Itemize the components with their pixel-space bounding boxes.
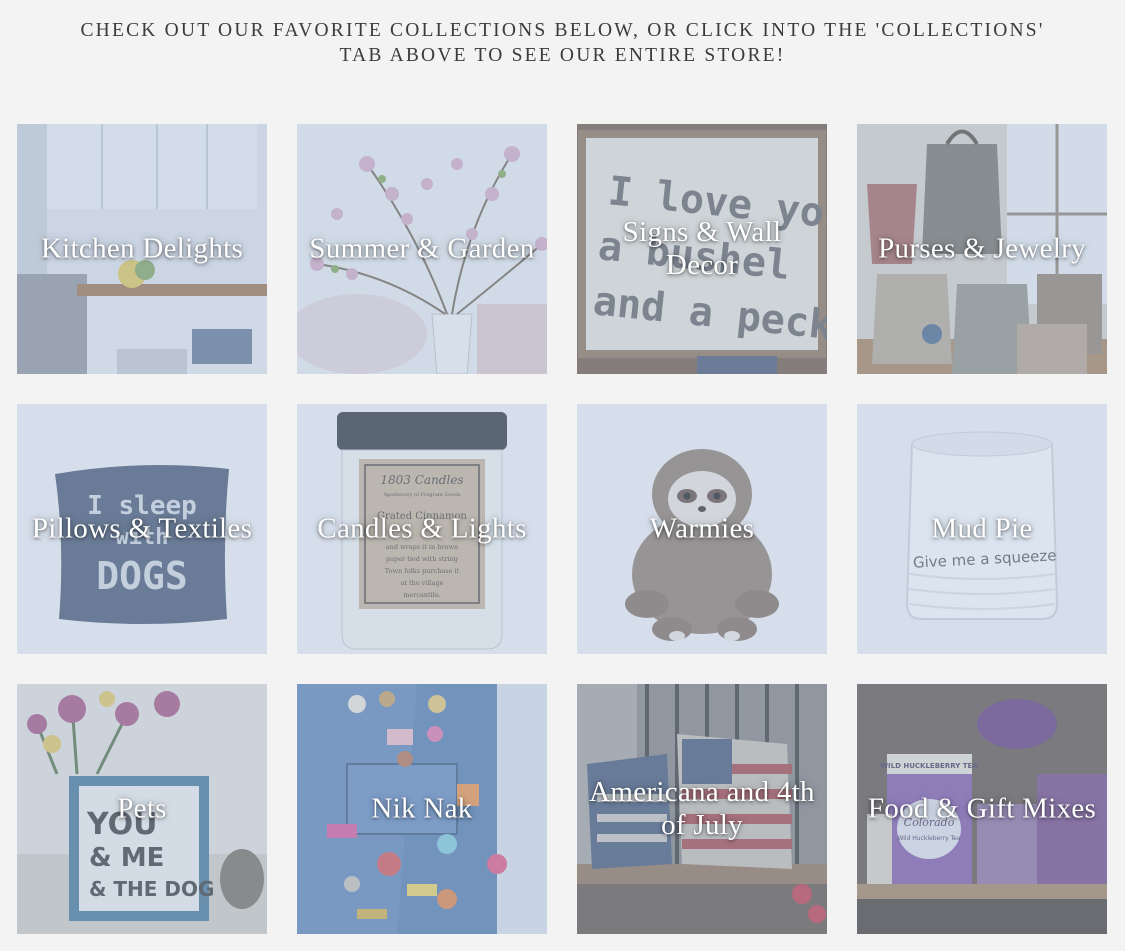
collection-tile-summer-garden[interactable]: Summer & Garden (297, 124, 547, 374)
collection-title: Warmies (649, 512, 755, 545)
collection-title: Nik Nak (371, 792, 473, 825)
collection-tile-purses-jewelry[interactable]: Purses & Jewelry (857, 124, 1107, 374)
collection-title: Mud Pie (931, 512, 1033, 545)
collection-title: Pillows & Textiles (31, 512, 253, 545)
collection-tile-signs-wall-decor[interactable]: I love you a bushel and a peck Signs & W… (577, 124, 827, 374)
collection-tile-pets[interactable]: YOU & ME & THE DOG Pets (17, 684, 267, 934)
collection-title: Purses & Jewelry (878, 232, 1086, 265)
collection-title: Pets (117, 792, 167, 825)
collections-intro: CHECK OUT OUR FAVORITE COLLECTIONS BELOW… (0, 18, 1125, 68)
collection-title: Candles & Lights (317, 512, 527, 545)
collection-tile-americana[interactable]: Americana and 4th of July (577, 684, 827, 934)
collection-tile-mud-pie[interactable]: Give me a squeeze Mud Pie (857, 404, 1107, 654)
collection-title: Summer & Garden (309, 232, 535, 265)
collection-title: Food & Gift Mixes (867, 792, 1097, 825)
collection-tile-nik-nak[interactable]: Nik Nak (297, 684, 547, 934)
intro-line-1: CHECK OUT OUR FAVORITE COLLECTIONS BELOW… (80, 20, 1045, 41)
intro-line-2: TAB ABOVE TO SEE OUR ENTIRE STORE! (339, 45, 786, 66)
collection-tile-kitchen-delights[interactable]: Kitchen Delights (17, 124, 267, 374)
collection-title: Kitchen Delights (40, 232, 244, 265)
collection-tile-warmies[interactable]: Warmies (577, 404, 827, 654)
collection-title: Americana and 4th of July (589, 776, 815, 841)
collections-grid: Kitchen Delights Summer & Garden I love … (17, 124, 1107, 934)
collection-tile-candles-lights[interactable]: 1803 Candles Apothecary of Fragrant Good… (297, 404, 547, 654)
collection-tile-food-gift-mixes[interactable]: WILD HUCKLEBERRY TEA Colorado Wild Huckl… (857, 684, 1107, 934)
collection-tile-pillows-textiles[interactable]: I sleep with DOGS Pillows & Textiles (17, 404, 267, 654)
collection-title: Signs & Wall Decor (622, 216, 782, 281)
